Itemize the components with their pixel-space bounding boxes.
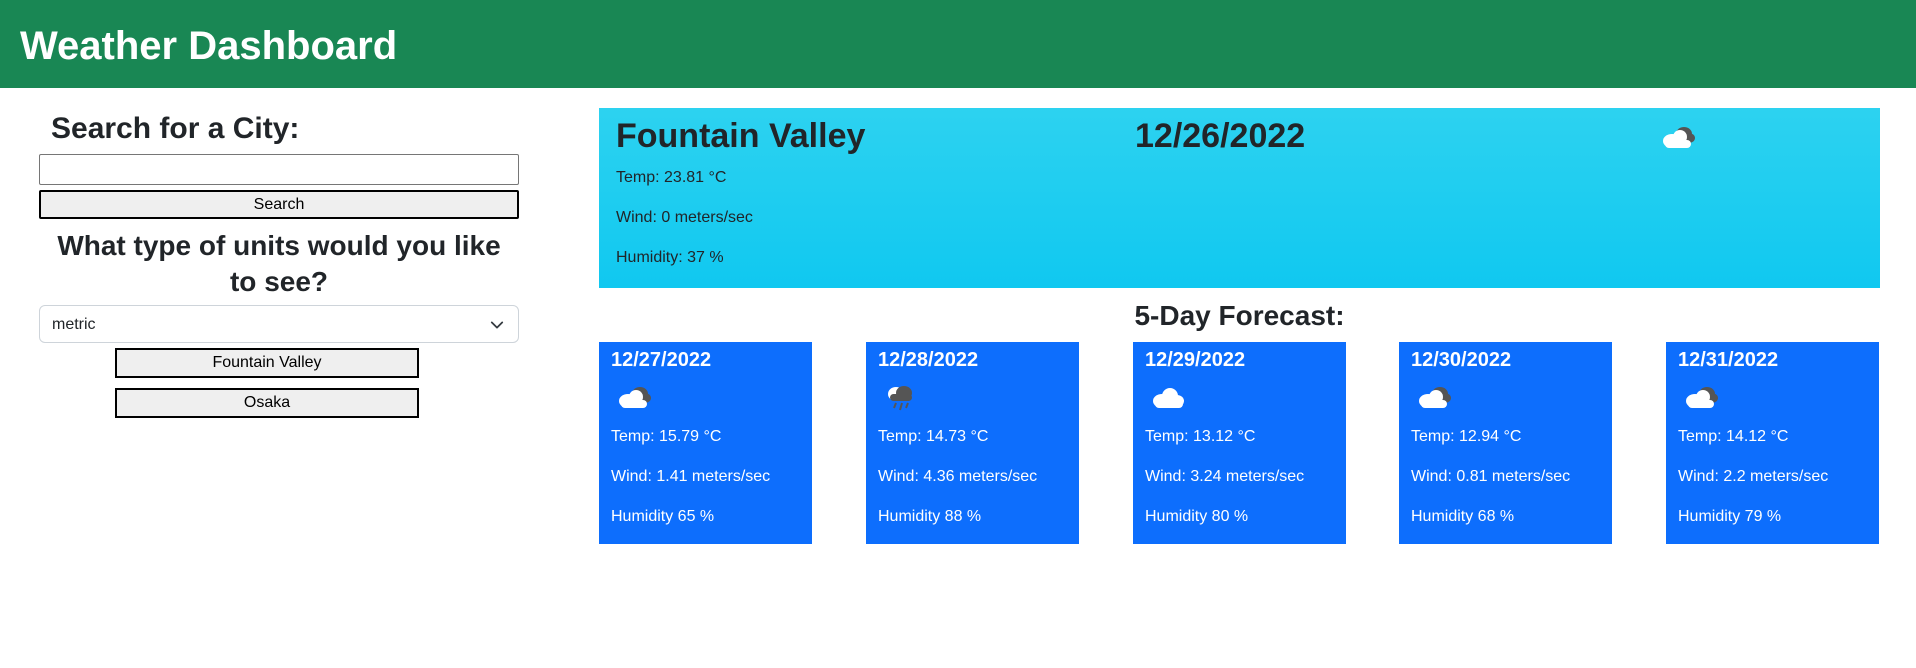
history-button-fountain-valley[interactable]: Fountain Valley (115, 348, 419, 378)
units-select-value: metric (52, 316, 96, 333)
forecast-humidity: Humidity 65 % (611, 508, 715, 525)
search-title: Search for a City: (51, 112, 300, 145)
forecast-card: 12/27/2022 Temp: 15.79 °C Wind: 1.41 met… (599, 342, 812, 544)
current-temp: Temp: 23.81 °C (616, 169, 727, 186)
forecast-humidity: Humidity 88 % (878, 508, 982, 525)
forecast-wind: Wind: 1.41 meters/sec (611, 468, 771, 485)
forecast-wind: Wind: 4.36 meters/sec (878, 468, 1038, 485)
forecast-humidity: Humidity 79 % (1678, 508, 1782, 525)
page-title: Weather Dashboard (20, 24, 398, 68)
forecast-date: 12/29/2022 (1145, 349, 1246, 371)
current-city: Fountain Valley (616, 117, 866, 155)
forecast-date: 12/31/2022 (1678, 349, 1779, 371)
cloud-icon (1153, 388, 1184, 408)
forecast-wind: Wind: 2.2 meters/sec (1678, 468, 1829, 485)
units-select[interactable]: metric (39, 305, 519, 343)
search-button[interactable]: Search (39, 190, 519, 219)
forecast-wind: Wind: 0.81 meters/sec (1411, 468, 1571, 485)
city-search-input[interactable] (39, 154, 519, 185)
forecast-temp: Temp: 15.79 °C (611, 428, 722, 445)
current-humidity: Humidity: 37 % (616, 249, 724, 266)
forecast-card: 12/30/2022 Temp: 12.94 °C Wind: 0.81 met… (1399, 342, 1612, 544)
forecast-temp: Temp: 12.94 °C (1411, 428, 1522, 445)
cloudy-icon (1686, 387, 1718, 408)
forecast-humidity: Humidity 68 % (1411, 508, 1515, 525)
rain-cloud-icon (888, 386, 912, 411)
forecast-title: 5-Day Forecast: (1134, 300, 1345, 331)
units-title: What type of units would you like to see… (57, 230, 501, 297)
history-button-osaka[interactable]: Osaka (115, 388, 419, 418)
current-date: 12/26/2022 (1135, 117, 1306, 155)
current-wind: Wind: 0 meters/sec (616, 209, 753, 226)
cloudy-icon (1419, 387, 1451, 408)
forecast-card: 12/29/2022 Temp: 13.12 °C Wind: 3.24 met… (1133, 342, 1346, 544)
app-header: Weather Dashboard (0, 0, 1916, 88)
cloudy-icon (619, 387, 651, 408)
forecast-date: 12/28/2022 (878, 349, 979, 371)
forecast-card: 12/31/2022 Temp: 14.12 °C Wind: 2.2 mete… (1666, 342, 1879, 544)
forecast-wind: Wind: 3.24 meters/sec (1145, 468, 1305, 485)
current-weather-card: Fountain Valley 12/26/2022 Temp: 23.81 °… (599, 108, 1880, 288)
forecast-card: 12/28/2022 Temp: 14.73 °C Wind: 4.36 met… (866, 342, 1079, 544)
forecast-temp: Temp: 14.12 °C (1678, 428, 1789, 445)
forecast-date: 12/30/2022 (1411, 349, 1512, 371)
forecast-humidity: Humidity 80 % (1145, 508, 1249, 525)
partly-cloudy-icon (1663, 127, 1695, 148)
chevron-down-icon (490, 321, 504, 329)
forecast-temp: Temp: 13.12 °C (1145, 428, 1256, 445)
forecast-date: 12/27/2022 (611, 349, 712, 371)
forecast-temp: Temp: 14.73 °C (878, 428, 989, 445)
